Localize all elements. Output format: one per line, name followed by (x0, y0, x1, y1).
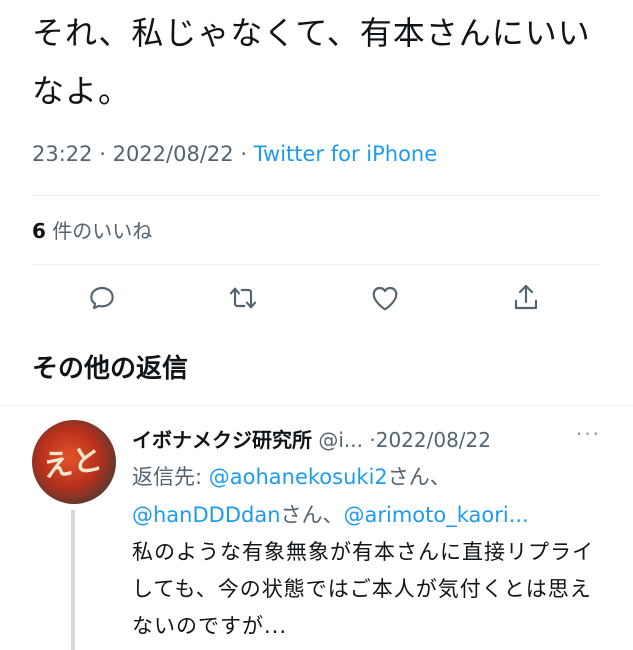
mention-suffix: さん、 (387, 465, 451, 489)
tweet-source-link[interactable]: Twitter for iPhone (254, 142, 438, 166)
replying-prefix: 返信先: (132, 465, 209, 489)
more-options-icon[interactable]: ··· (576, 422, 601, 446)
meta-separator: · (99, 142, 113, 166)
tweet-date: 2022/08/22 (112, 142, 234, 166)
mention-link[interactable]: @hanDDDdan (132, 503, 281, 527)
reply-button[interactable] (86, 282, 122, 318)
divider (32, 195, 601, 196)
like-button[interactable] (369, 282, 405, 318)
mention-suffix: さん、 (280, 503, 344, 527)
mention-link[interactable]: @aohanekosuki2 (209, 465, 388, 489)
section-title: その他の返信 (32, 354, 189, 384)
retweet-icon (229, 287, 257, 309)
thread-line (71, 510, 75, 650)
mention-link[interactable]: @arimoto_kaori (344, 503, 509, 527)
reply-date[interactable]: 2022/08/22 (376, 428, 491, 452)
retweet-button[interactable] (227, 282, 263, 318)
reply-text: 私のような有象無象が有本さんに直接リプライしても、今の状態ではご本人が気付くとは… (132, 540, 594, 638)
reply-tweet[interactable]: えと イボナメクジ研究所 @i... ·2022/08/22 ··· 返信先: … (0, 405, 633, 650)
likes-link[interactable]: 6 件のいいね (32, 215, 152, 244)
replying-to: 返信先: @aohanekosuki2さん、 @hanDDDdanさん、@ari… (132, 458, 602, 534)
tweet-text: それ、私じゃなくて、有本さんにいいなよ。 (32, 14, 591, 110)
reply-author-handle[interactable]: @i... (318, 428, 363, 452)
mention-ellipsis: ... (508, 503, 529, 527)
reply-author-name[interactable]: イボナメクジ研究所 (132, 428, 312, 452)
reply-icon (90, 286, 114, 310)
tweet-time: 23:22 (32, 142, 93, 166)
action-bar (0, 282, 633, 318)
share-button[interactable] (510, 282, 546, 318)
share-icon (514, 284, 538, 310)
likes-label: 件のいいね (52, 219, 153, 243)
heart-icon (372, 286, 398, 311)
likes-count: 6 (32, 219, 46, 243)
meta-separator: · (240, 142, 254, 166)
divider (32, 264, 601, 265)
avatar[interactable]: えと (32, 420, 116, 504)
avatar-lantern-text: えと (40, 441, 105, 485)
reply-header: イボナメクジ研究所 @i... ·2022/08/22 (132, 424, 491, 453)
tweet-meta: 23:22 · 2022/08/22 · Twitter for iPhone (32, 142, 437, 166)
